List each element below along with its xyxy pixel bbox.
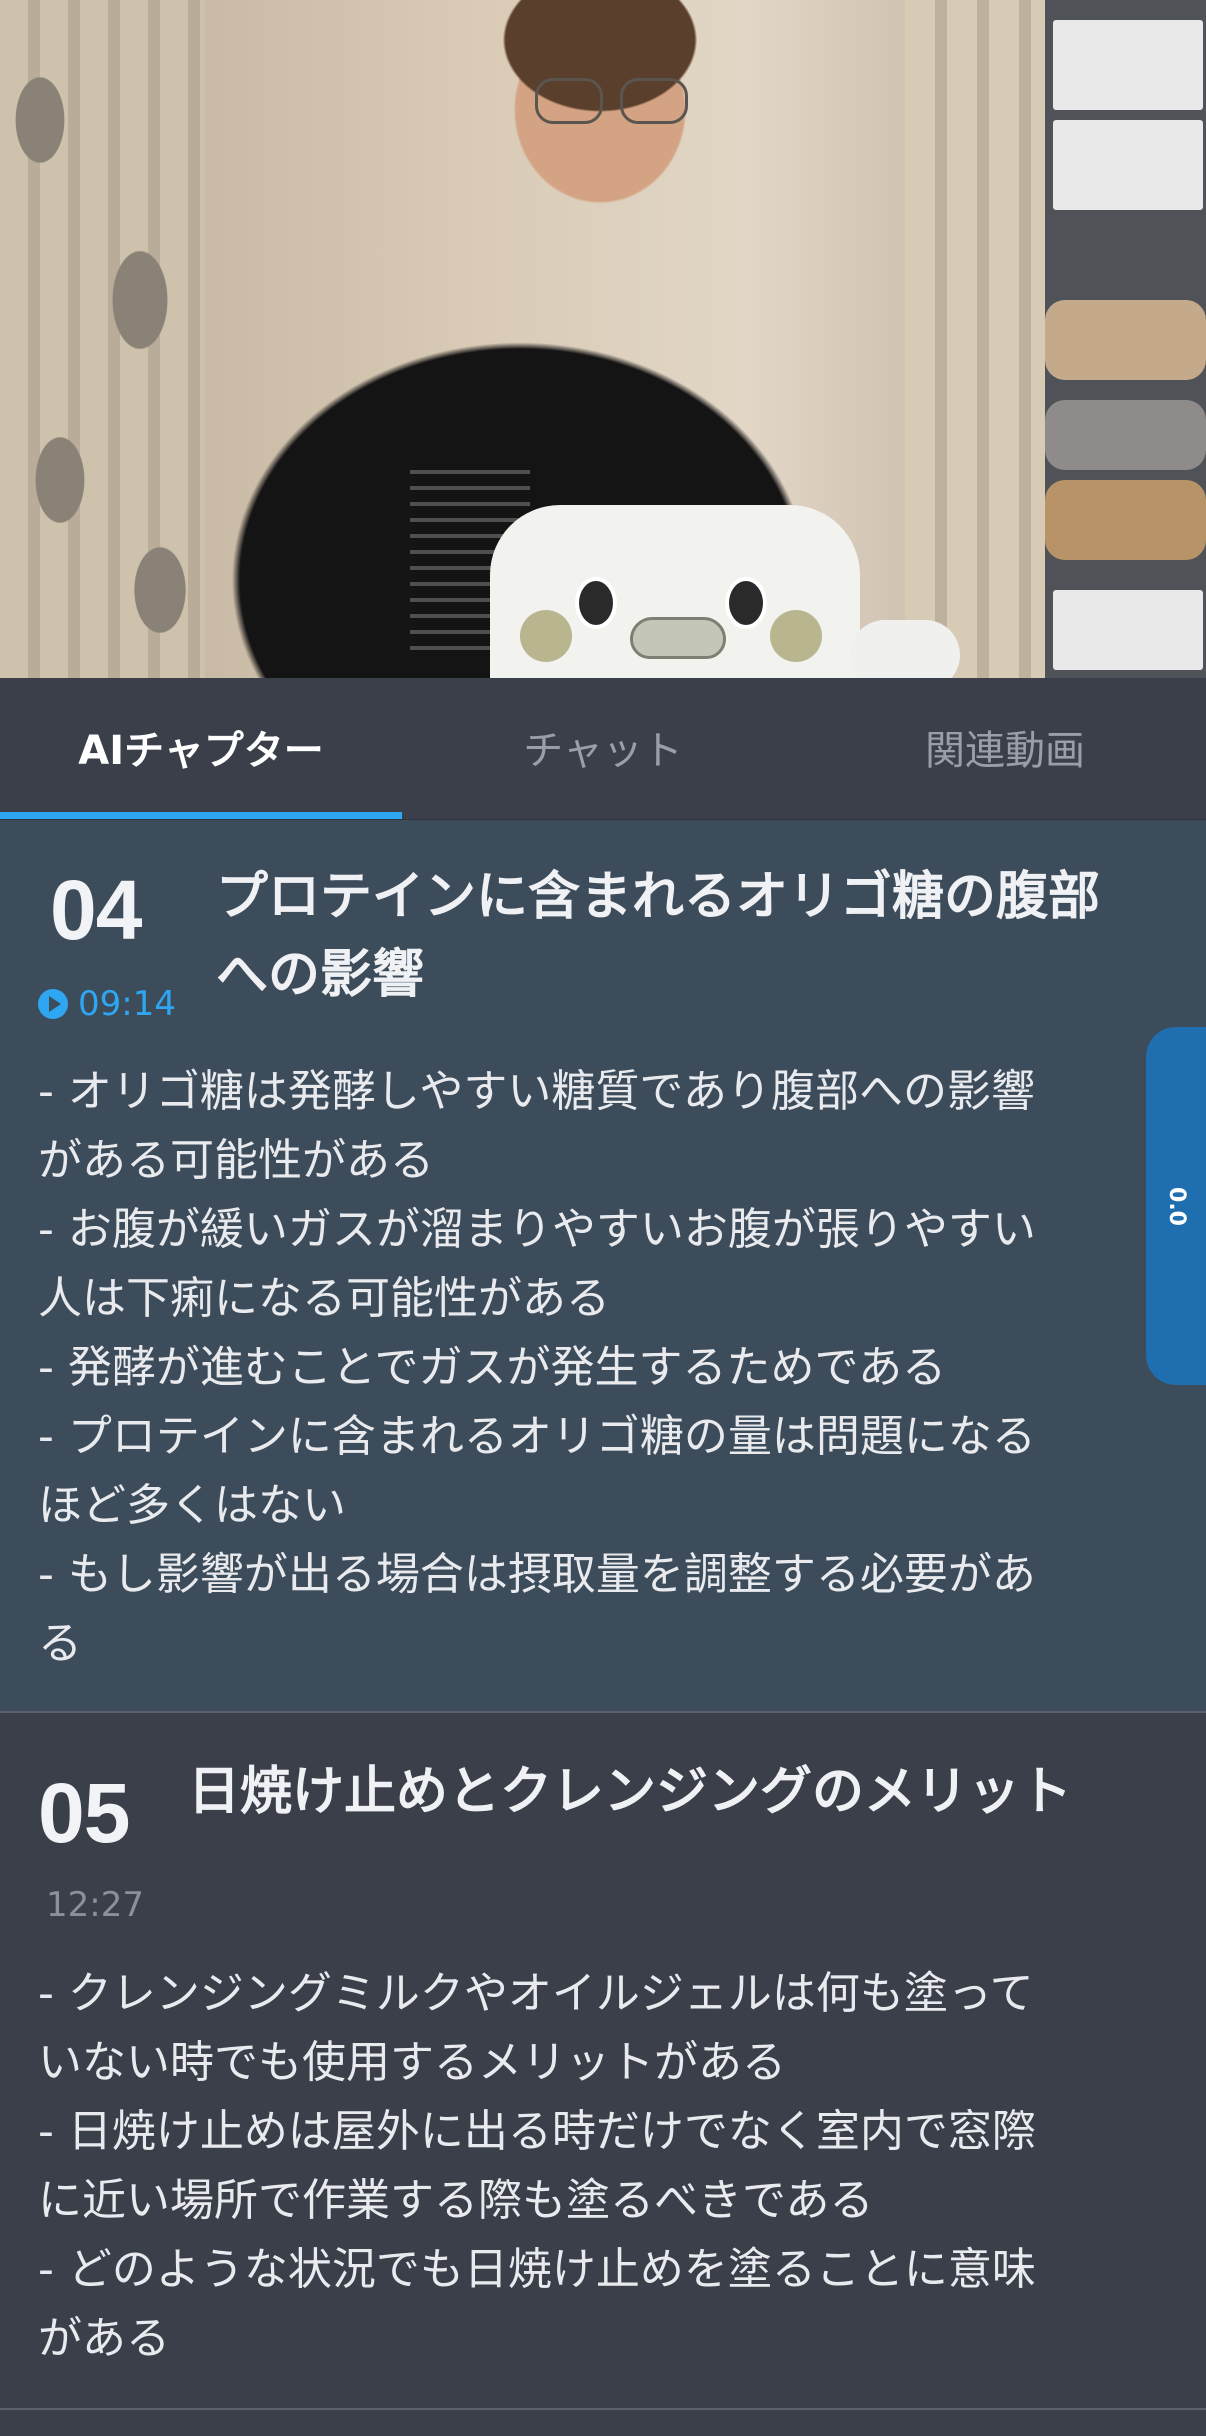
chapter-title: 日焼け止めとクレンジングのメリット	[188, 1762, 1073, 1822]
summary-line: - お腹が緩いガスが溜まりやすいお腹が張りやすい	[38, 1204, 1036, 1255]
chapter-number: 04	[50, 863, 142, 957]
mascot-plush	[490, 505, 860, 678]
chapter-title-line-2: への影響	[216, 945, 425, 1005]
tab-ai-chapter[interactable]: AIチャプター	[0, 678, 402, 820]
curtain-right	[905, 0, 1045, 678]
summary-line: がある可能性がある	[38, 1135, 434, 1186]
tab-bar: AIチャプター チャット 関連動画	[0, 678, 1206, 820]
summary-line: - どのような状況でも日焼け止めを塗ることに意味	[38, 2244, 1036, 2295]
summary-line: ほど多くはない	[38, 1480, 346, 1531]
summary-line: - オリゴ糖は発酵しやすい糖質であり腹部への影響	[38, 1066, 1035, 1117]
chapter-card-05[interactable]: 05 日焼け止めとクレンジングのメリット 12:27 - クレンジングミルクやオ…	[0, 1713, 1206, 2409]
side-drawer-handle[interactable]: 0.0	[1146, 1027, 1206, 1385]
summary-line: がある	[38, 2313, 170, 2364]
glasses	[535, 78, 695, 128]
chapter-summary: - オリゴ糖は発酵しやすい糖質であり腹部への影響 がある可能性がある - お腹が…	[38, 1057, 1178, 1678]
chapter-title-line-1: プロテインに含まれるオリゴ糖の腹部	[216, 867, 1101, 927]
video-player[interactable]	[0, 0, 1206, 678]
play-icon	[38, 989, 68, 1019]
summary-line: る	[38, 1618, 82, 1669]
chapter-number: 05	[38, 1766, 130, 1860]
summary-line: - 発酵が進むことでガスが発生するためである	[38, 1342, 947, 1393]
chapter-timestamp[interactable]: 09:14	[38, 984, 176, 1024]
chapter-timestamp[interactable]: 12:27	[46, 1885, 144, 1925]
hand	[850, 620, 960, 678]
chapter-divider	[0, 2408, 1206, 2410]
summary-line: - プロテインに含まれるオリゴ糖の量は問題になる	[38, 1411, 1036, 1462]
summary-line: - クレンジングミルクやオイルジェルは何も塗って	[38, 1968, 1034, 2019]
summary-line: に近い場所で作業する際も塗るべきである	[38, 2175, 874, 2226]
chapter-summary: - クレンジングミルクやオイルジェルは何も塗って いない時でも使用するメリットが…	[38, 1959, 1178, 2373]
chapter-card-04[interactable]: 04 プロテインに含まれるオリゴ糖の腹部 への影響 09:14 - オリゴ糖は発…	[0, 820, 1206, 1712]
side-handle-label: 0.0	[1163, 1186, 1189, 1226]
tab-chat[interactable]: チャット	[402, 678, 804, 820]
summary-line: - 日焼け止めは屋外に出る時だけでなく室内で窓際	[38, 2106, 1036, 2157]
tab-related-videos[interactable]: 関連動画	[804, 678, 1206, 820]
shelf	[1045, 0, 1206, 678]
summary-line: いない時でも使用するメリットがある	[38, 2037, 786, 2088]
summary-line: 人は下痢になる可能性がある	[38, 1273, 610, 1324]
chapter-time: 09:14	[78, 984, 176, 1024]
summary-line: - もし影響が出る場合は摂取量を調整する必要があ	[38, 1549, 1036, 1600]
chapter-time: 12:27	[46, 1885, 144, 1925]
